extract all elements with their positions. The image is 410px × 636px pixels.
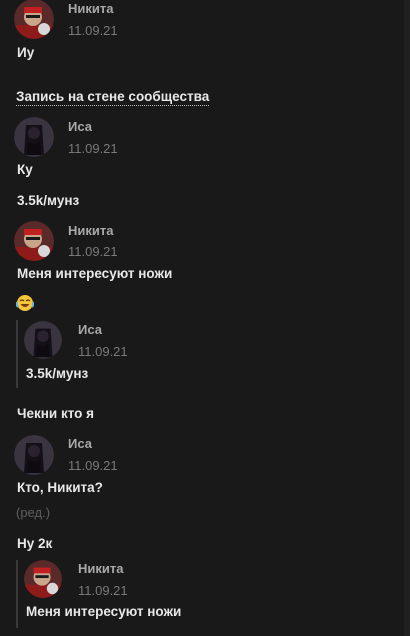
author-name[interactable]: Иса <box>68 436 92 451</box>
avatar-nikita[interactable] <box>14 221 54 261</box>
reply-quote-bar <box>16 320 18 388</box>
avatar-isa-image <box>14 435 54 475</box>
reply-author-name[interactable]: Иса <box>78 322 102 337</box>
reply-date[interactable]: 11.09.21 <box>78 344 128 359</box>
message-text: Ку <box>17 162 33 177</box>
reply-date[interactable]: 11.09.21 <box>78 583 128 598</box>
message-date[interactable]: 11.09.21 <box>68 23 118 38</box>
message-date[interactable]: 11.09.21 <box>68 458 118 473</box>
message-date[interactable]: 11.09.21 <box>68 141 118 156</box>
message-date[interactable]: 11.09.21 <box>68 244 118 259</box>
edited-label[interactable]: (ред.) <box>16 505 50 520</box>
avatar-nikita[interactable] <box>14 0 54 39</box>
scrollbar[interactable] <box>404 0 410 636</box>
message-text: Иу <box>17 45 35 60</box>
message-text: 3.5k/мунз <box>17 193 80 208</box>
avatar-nikita-image <box>14 221 54 261</box>
reply-text: 3.5k/мунз <box>26 366 89 381</box>
reply-text: Меня интересуют ножи <box>26 604 182 619</box>
message-text: Чекни кто я <box>17 406 95 421</box>
author-name[interactable]: Никита <box>68 1 113 16</box>
avatar-isa-image <box>14 117 54 157</box>
reply-avatar-nikita[interactable] <box>24 560 62 598</box>
avatar-isa[interactable] <box>14 435 54 475</box>
author-name[interactable]: Никита <box>68 223 113 238</box>
avatar-isa-image <box>24 321 62 359</box>
reply-quote-bar <box>16 560 18 628</box>
message-text: Меня интересуют ножи <box>17 266 173 281</box>
avatar-nikita-image <box>14 0 54 39</box>
message-text: Ну 2к <box>17 536 53 551</box>
author-name[interactable]: Иса <box>68 119 92 134</box>
reply-avatar-isa[interactable] <box>24 321 62 359</box>
wall-post-link[interactable]: Запись на стене сообщества <box>16 89 210 106</box>
reply-author-name[interactable]: Никита <box>78 561 123 576</box>
message-text: Кто, Никита? <box>17 480 103 495</box>
avatar-nikita-image <box>24 560 62 598</box>
laughing-tears-emoji <box>16 295 34 311</box>
avatar-isa[interactable] <box>14 117 54 157</box>
